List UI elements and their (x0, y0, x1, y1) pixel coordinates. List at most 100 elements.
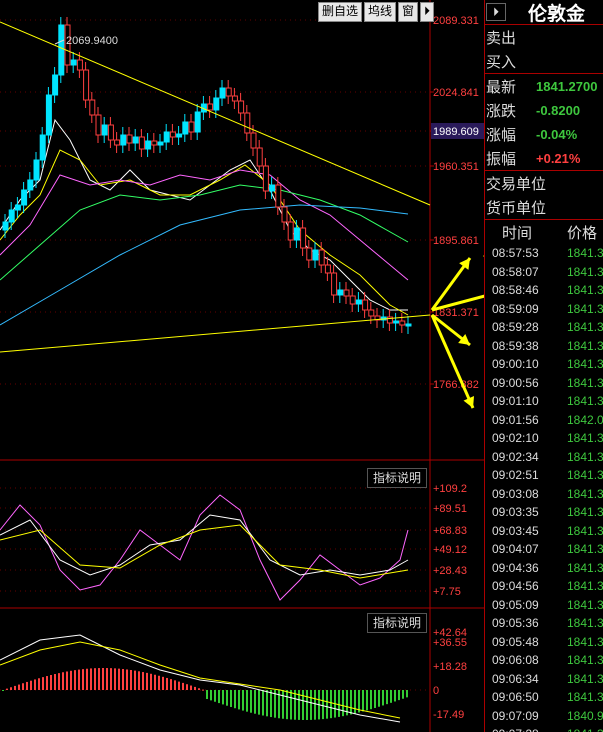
tick-row: 09:06:34 1841.3 (485, 670, 603, 689)
macd-histogram-bar (10, 687, 12, 690)
tick-price: 1841.3 (567, 523, 603, 538)
candle-body (355, 299, 362, 305)
macd-histogram-bar (22, 683, 24, 690)
candle-body (145, 140, 152, 150)
candle-body (331, 272, 338, 296)
tick-price: 1841.3 (567, 690, 603, 705)
quote-stat-row: 振幅 +0.21% (485, 146, 603, 171)
tick-price: 1841.3 (567, 320, 603, 335)
candle-body (312, 249, 319, 261)
macd-histogram-bar (310, 690, 312, 720)
tick-row: 09:05:48 1841.3 (485, 633, 603, 652)
tick-row: 09:00:56 1841.3 (485, 374, 603, 393)
indicator1-axis-label: +109.2 (433, 483, 467, 495)
tick-time: 08:57:53 (492, 246, 539, 261)
macd-histogram-bar (250, 690, 252, 713)
tick-time: 09:04:36 (492, 560, 539, 575)
macd-histogram-bar (26, 681, 28, 690)
macd-histogram-bar (206, 690, 208, 700)
macd-histogram-bar (58, 673, 60, 690)
candle-body (231, 95, 238, 102)
moving-average-line (0, 204, 409, 326)
tick-row: 09:03:35 1841.3 (485, 503, 603, 522)
candle-body (114, 139, 121, 146)
tick-price: 1841.3 (567, 375, 603, 390)
macd-histogram-bar (74, 670, 76, 690)
remove-watchlist-button[interactable]: 删自选 (318, 2, 363, 22)
quote-stat-label: 涨幅 (486, 126, 517, 144)
tick-row: 09:01:10 1841.3 (485, 392, 603, 411)
macd-histogram-bar (30, 680, 32, 690)
macd-histogram-bar (330, 690, 332, 719)
tick-time: 09:03:45 (492, 523, 539, 538)
macd-histogram-bar (194, 686, 196, 690)
instrument-title: 伦敦金 (528, 2, 586, 25)
tick-price: 1841.3 (567, 597, 603, 612)
candle-body (182, 121, 189, 135)
tick-price: 1842.0 (567, 412, 603, 427)
tick-price: 1841.3 (567, 486, 603, 501)
price-axis-label: 2024.841 (433, 87, 479, 99)
macd-histogram-bar (322, 690, 324, 720)
macd-histogram-bar (354, 690, 356, 714)
macd-histogram-bar (290, 690, 292, 720)
candle-body (151, 140, 158, 146)
tick-price: 1841.3 (567, 727, 603, 732)
chart-area[interactable]: 2089.331 2024.841 1989.609 1960.351 1895.861… (0, 0, 484, 732)
tick-row: 09:03:08 1841.3 (485, 485, 603, 504)
draw-line-button[interactable]: 坞线 (364, 2, 397, 22)
tick-row: 09:06:08 1841.3 (485, 651, 603, 670)
candle-body (2, 221, 9, 231)
candle-body (45, 94, 52, 136)
macd-histogram-bar (230, 690, 232, 707)
tick-time: 09:02:51 (492, 468, 539, 483)
macd-histogram-bar (394, 690, 396, 702)
macd-histogram-bar (38, 678, 40, 690)
tick-price: 1841.3 (567, 431, 603, 446)
tick-row: 09:07:281841.3 (485, 725, 603, 732)
indicator1-axis-label: +68.83 (433, 525, 467, 537)
macd-histogram-bar (50, 675, 52, 690)
window-button[interactable]: 窗 (398, 2, 419, 22)
candle-body (281, 206, 288, 223)
candle-body (58, 24, 65, 76)
indicator1-help-button[interactable]: 指标说明 (367, 468, 427, 488)
macd-histogram-bar (130, 669, 132, 690)
macd-histogram-bar (150, 673, 152, 690)
price-axis-label: 2089.331 (433, 15, 479, 27)
support-line (0, 314, 431, 353)
quote-panel: ⏵ 伦敦金 卖出 买入 最新 1841.2700 涨跌 -0.8200 涨幅 -0.04%… (484, 0, 603, 732)
tick-list[interactable]: 08:57:53 1841.3 08:58:07 1841.3 08:58:46 1841… (485, 244, 603, 732)
indicator1-axis-label: +28.43 (433, 565, 467, 577)
macd-histogram-bar (314, 690, 316, 720)
macd-histogram-bar (214, 690, 216, 702)
tick-row: 08:59:28 1841.3 (485, 318, 603, 337)
expand-arrow-icon[interactable]: ⏵ (420, 2, 435, 22)
tick-row: 09:04:56 1841.3 (485, 577, 603, 596)
macd-histogram-bar (370, 690, 372, 710)
candle-body (275, 184, 282, 208)
macd-histogram-bar (2, 690, 4, 691)
quote-stat-row: 最新 1841.2700 (485, 74, 603, 98)
candle-body (225, 87, 232, 97)
macd-histogram-bar (182, 682, 184, 690)
sell-row: 卖出 (485, 25, 603, 49)
tick-price: 1841.3 (567, 264, 603, 279)
sell-label: 卖出 (486, 29, 517, 47)
macd-histogram-bar (406, 690, 408, 698)
tick-price: 1841.3 (567, 394, 603, 409)
macd-histogram-bar (142, 672, 144, 690)
macd-histogram-bar (202, 689, 204, 691)
collapse-arrow-icon[interactable]: ⏵ (486, 3, 506, 21)
macd-histogram-bar (402, 690, 404, 699)
macd-histogram-bar (86, 668, 88, 690)
trade-unit-row: 交易单位 (485, 171, 603, 195)
quote-stats: 最新 1841.2700 涨跌 -0.8200 涨幅 -0.04% 振幅 +0.21% (485, 74, 603, 171)
indicator2-help-button[interactable]: 指标说明 (367, 613, 427, 633)
tick-row: 09:06:50 1841.3 (485, 688, 603, 707)
candle-body (269, 184, 276, 192)
macd-histogram-bar (198, 688, 200, 690)
candle-body (287, 221, 294, 241)
macd-histogram-bar (6, 688, 8, 690)
candle-body (14, 204, 21, 211)
